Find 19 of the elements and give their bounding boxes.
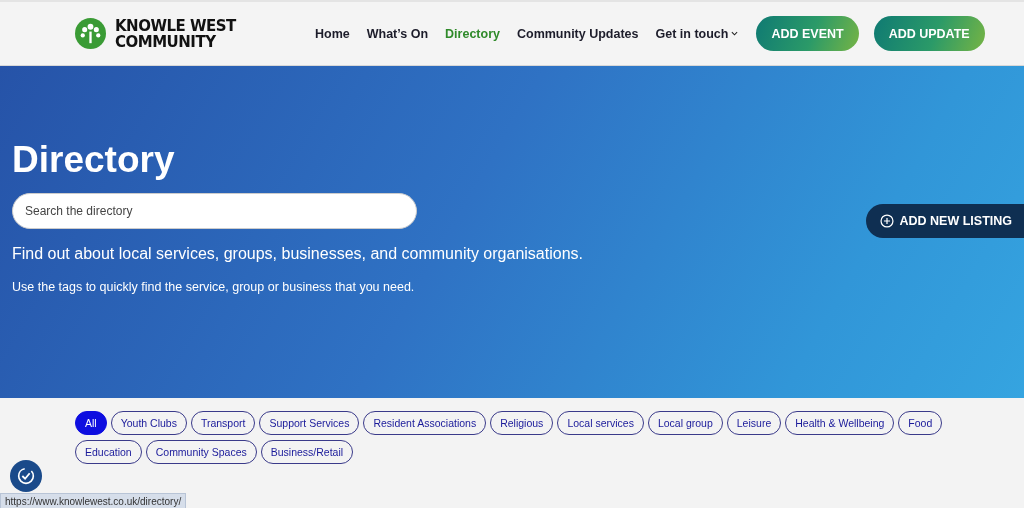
nav-link[interactable]: Home xyxy=(315,26,350,41)
add-listing-button[interactable]: ADD NEW LISTING xyxy=(865,204,1024,238)
nav-link[interactable]: Community Updates xyxy=(516,26,639,41)
nav-link[interactable]: What’s On xyxy=(366,26,429,41)
status-url: https://www.knowlewest.co.uk/directory/ xyxy=(0,493,187,508)
intro-text: Find out about local services, groups, businesses, and community organisations. xyxy=(12,245,584,263)
accessibility-icon[interactable] xyxy=(10,460,42,492)
logo-text[interactable]: KNOWLE WEST xyxy=(115,17,236,34)
logo-text[interactable]: COMMUNITY xyxy=(115,33,236,50)
nav-link[interactable]: Get in touch xyxy=(655,26,739,41)
hint-text: Use the tags to quickly find the service, group or business that you need. xyxy=(12,280,416,294)
add-button[interactable]: ADD UPDATE xyxy=(873,16,985,51)
plus-circle-icon xyxy=(879,214,894,228)
tree-logo-icon[interactable] xyxy=(75,18,106,49)
nav-link[interactable]: Directory xyxy=(445,26,500,41)
add-button[interactable]: ADD EVENT xyxy=(756,16,859,51)
page-title: Directory xyxy=(12,138,176,182)
search-field[interactable]: Search the directory xyxy=(12,193,417,229)
tag-button[interactable]: All xyxy=(75,411,107,435)
